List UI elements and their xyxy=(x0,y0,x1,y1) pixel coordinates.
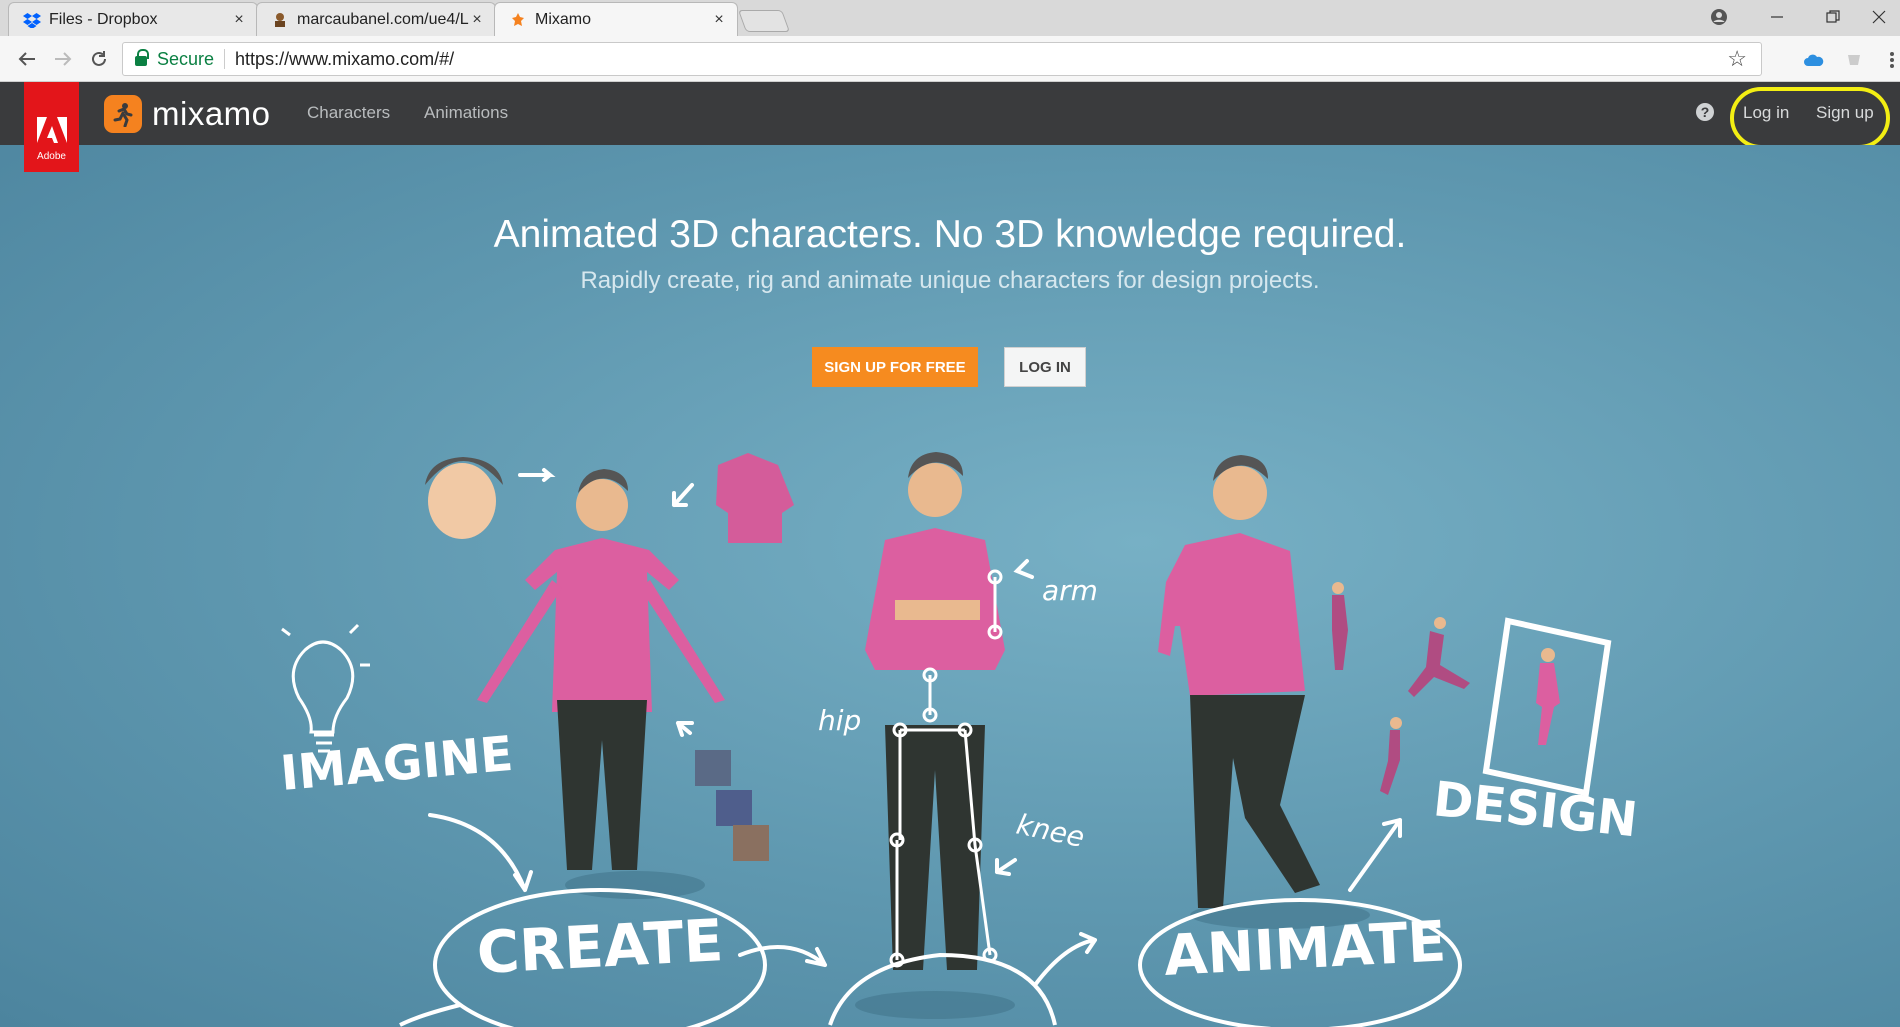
close-tab-icon[interactable]: × xyxy=(711,11,727,29)
close-tab-icon[interactable]: × xyxy=(469,11,485,29)
forward-arrow-icon[interactable] xyxy=(48,44,78,74)
arrow-sketch xyxy=(672,483,694,507)
rig-label-knee: knee xyxy=(1014,808,1088,855)
reload-icon[interactable] xyxy=(84,44,114,74)
arrow-sketch xyxy=(1033,932,1097,987)
help-icon[interactable]: ? xyxy=(1696,103,1714,121)
new-tab-button[interactable] xyxy=(737,10,791,32)
arrow-sketch xyxy=(995,858,1017,876)
tab-mixamo[interactable]: Mixamo × xyxy=(494,2,738,36)
arrow-sketch xyxy=(738,945,827,967)
design-label: DESIGN xyxy=(1431,771,1640,848)
nav-characters[interactable]: Characters xyxy=(307,103,390,123)
minimize-window-button[interactable] xyxy=(1754,0,1800,34)
hero-section: Animated 3D characters. No 3D knowledge … xyxy=(0,145,1900,1027)
mixamo-icon xyxy=(509,11,527,29)
close-window-button[interactable] xyxy=(1856,0,1900,34)
menu-dots-icon[interactable] xyxy=(1882,50,1900,70)
site-header xyxy=(0,82,1900,145)
animate-label: ANIMATE xyxy=(1162,909,1447,989)
tab-dropbox[interactable]: Files - Dropbox × xyxy=(8,2,258,36)
rig-label-hip: hip xyxy=(818,704,861,737)
partial-ellipse-sketch xyxy=(399,1003,461,1027)
browser-toolbar: Secure https://www.mixamo.com/#/ ☆ xyxy=(0,36,1900,82)
highlight-circle-annotation xyxy=(1730,87,1890,149)
url-text: https://www.mixamo.com/#/ xyxy=(235,48,455,69)
secure-label: Secure xyxy=(157,48,215,69)
close-tab-icon[interactable]: × xyxy=(231,11,247,29)
back-arrow-icon[interactable] xyxy=(12,44,42,74)
fabric-swatch xyxy=(695,750,731,786)
small-action-figures xyxy=(1332,582,1470,795)
mixamo-runner-icon xyxy=(104,95,142,133)
restore-window-button[interactable] xyxy=(1810,0,1856,34)
shield-extension-icon[interactable] xyxy=(1844,50,1864,70)
character-walking xyxy=(1158,455,1370,929)
tab-title: marcaubanel.com/ue4/Le xyxy=(297,10,469,28)
character-rigged xyxy=(855,452,1015,1019)
arrow-sketch xyxy=(1013,559,1034,579)
adobe-wordmark: Adobe xyxy=(37,151,66,162)
design-picture-frame xyxy=(1482,617,1612,797)
arrow-sketch xyxy=(518,468,556,482)
arrow-sketch xyxy=(676,721,694,737)
imagine-label: IMAGINE xyxy=(278,726,515,802)
onedrive-extension-icon[interactable] xyxy=(1804,50,1824,70)
tab-marcaubanel[interactable]: marcaubanel.com/ue4/Le × xyxy=(256,2,496,36)
arrow-sketch xyxy=(1348,818,1402,892)
adobe-a-icon xyxy=(36,115,67,149)
character-tpose xyxy=(477,469,725,899)
mixamo-logo[interactable]: mixamo xyxy=(104,95,271,133)
arrow-sketch xyxy=(428,813,533,892)
fabric-swatch xyxy=(716,790,752,826)
brand-name: mixamo xyxy=(152,95,271,132)
rig-label-arm: arm xyxy=(1042,574,1098,607)
profile-icon[interactable] xyxy=(1696,0,1742,34)
bookmark-star-icon[interactable]: ☆ xyxy=(1727,46,1747,72)
pink-shirt-illustration xyxy=(716,453,794,543)
browser-tab-strip: Files - Dropbox × marcaubanel.com/ue4/Le… xyxy=(0,0,1900,36)
lightbulb-sketch-icon xyxy=(281,623,370,753)
address-bar[interactable]: Secure https://www.mixamo.com/#/ ☆ xyxy=(122,42,1762,76)
tab-title: Mixamo xyxy=(535,10,592,28)
hero-illustration: IMAGINE CREATE ANIMATE DESIGN arm hip kn… xyxy=(278,452,1640,1027)
nav-animations[interactable]: Animations xyxy=(424,103,508,123)
fabric-swatch xyxy=(733,825,769,861)
character-head-illustration xyxy=(425,457,503,539)
site-icon xyxy=(271,11,289,29)
tab-title: Files - Dropbox xyxy=(49,10,158,28)
create-label: CREATE xyxy=(475,906,725,987)
lock-icon xyxy=(135,49,149,66)
dropbox-icon xyxy=(23,11,41,29)
divider xyxy=(224,49,226,69)
adobe-logo[interactable]: Adobe xyxy=(24,82,79,172)
